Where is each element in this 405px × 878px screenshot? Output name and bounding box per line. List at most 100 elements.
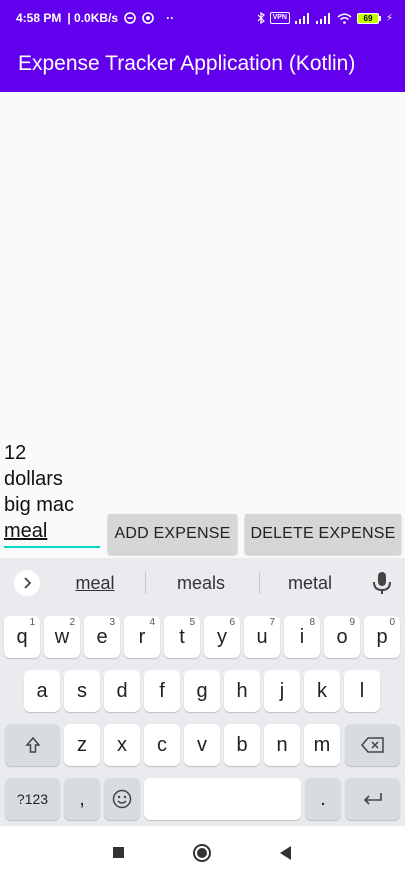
add-expense-button[interactable]: ADD EXPENSE: [108, 514, 237, 554]
suggestion-1[interactable]: meal: [50, 573, 140, 594]
key-w-hint: 2: [69, 617, 75, 628]
key-s[interactable]: s: [64, 670, 100, 712]
key-e[interactable]: e3: [84, 616, 120, 658]
key-r[interactable]: r4: [124, 616, 160, 658]
key-u[interactable]: u7: [244, 616, 280, 658]
key-p-hint: 0: [389, 617, 395, 628]
recents-icon[interactable]: [113, 847, 124, 858]
status-time: 4:58 PM: [16, 11, 62, 25]
expense-item: big mac: [4, 494, 75, 516]
space-key[interactable]: [144, 778, 301, 820]
key-z[interactable]: z: [64, 724, 100, 766]
key-y-label: y: [217, 625, 227, 648]
charging-icon: ⚡: [385, 12, 393, 24]
key-q-label: q: [16, 625, 28, 648]
key-a-label: a: [36, 679, 48, 702]
symbols-key[interactable]: ?123: [5, 778, 60, 820]
key-p-label: p: [376, 625, 388, 648]
expense-amount: 12: [4, 442, 27, 464]
emoji-key[interactable]: [104, 778, 140, 820]
key-r-label: r: [138, 625, 146, 648]
key-c[interactable]: c: [144, 724, 180, 766]
key-y[interactable]: y6: [204, 616, 240, 658]
shift-key[interactable]: [5, 724, 60, 766]
microphone-icon[interactable]: [372, 571, 392, 595]
key-i[interactable]: i8: [284, 616, 320, 658]
key-t[interactable]: t5: [164, 616, 200, 658]
signal-icon: [294, 12, 311, 24]
main-content: 12 dollars big mac meal ADD EXPENSE DELE…: [0, 92, 405, 554]
key-h-label: h: [236, 679, 248, 702]
key-i-hint: 8: [309, 617, 315, 628]
network-speed: | 0.0KB/s: [67, 11, 119, 25]
key-k-label: k: [317, 679, 327, 702]
key-q[interactable]: q1: [4, 616, 40, 658]
key-w-label: w: [54, 625, 70, 648]
key-e-label: e: [96, 625, 108, 648]
soft-keyboard: meal meals metal ?123 , . q1w2e3r4t5y6u7…: [0, 558, 405, 826]
key-e-hint: 3: [109, 617, 115, 628]
more-notifications-dots: ··: [166, 11, 175, 25]
key-l-label: l: [359, 679, 365, 702]
key-m-label: m: [313, 733, 331, 756]
key-d[interactable]: d: [104, 670, 140, 712]
backspace-key[interactable]: [345, 724, 400, 766]
key-v[interactable]: v: [184, 724, 220, 766]
key-b-label: b: [236, 733, 248, 756]
key-n[interactable]: n: [264, 724, 300, 766]
key-l[interactable]: l: [344, 670, 380, 712]
key-j-label: j: [279, 679, 285, 702]
key-t-hint: 5: [189, 617, 195, 628]
key-v-label: v: [197, 733, 207, 756]
key-s-label: s: [77, 679, 87, 702]
battery-level: 69: [356, 12, 379, 24]
app-notification-icon: [142, 12, 154, 24]
key-o[interactable]: o9: [324, 616, 360, 658]
key-c-label: c: [157, 733, 167, 756]
suggestion-2[interactable]: meals: [155, 573, 247, 594]
navigation-bar: [0, 826, 405, 878]
key-p[interactable]: p0: [364, 616, 400, 658]
key-w[interactable]: w2: [44, 616, 80, 658]
expense-entries: 12 dollars big mac meal: [4, 440, 100, 548]
key-u-hint: 7: [269, 617, 275, 628]
key-m[interactable]: m: [304, 724, 340, 766]
enter-key[interactable]: [345, 778, 400, 820]
key-t-label: t: [179, 625, 185, 648]
expense-input[interactable]: meal: [4, 518, 100, 548]
suggestion-bar: meal meals metal: [0, 558, 405, 608]
key-d-label: d: [116, 679, 128, 702]
key-a[interactable]: a: [24, 670, 60, 712]
suggestion-3[interactable]: metal: [265, 573, 355, 594]
key-u-label: u: [256, 625, 268, 648]
delete-expense-button[interactable]: DELETE EXPENSE: [245, 514, 401, 554]
app-bar: Expense Tracker Application (Kotlin): [0, 36, 405, 92]
key-j[interactable]: j: [264, 670, 300, 712]
key-b[interactable]: b: [224, 724, 260, 766]
key-x[interactable]: x: [104, 724, 140, 766]
key-z-label: z: [77, 733, 87, 756]
home-icon[interactable]: [193, 844, 211, 862]
sync-icon: [124, 12, 136, 24]
bluetooth-icon: [257, 12, 265, 24]
key-x-label: x: [117, 733, 127, 756]
key-h[interactable]: h: [224, 670, 260, 712]
status-bar: 4:58 PM | 0.0KB/s ·· VPN 69 ⚡: [0, 0, 405, 36]
key-g-label: g: [196, 679, 208, 702]
back-icon[interactable]: [280, 846, 291, 860]
period-key[interactable]: .: [305, 778, 341, 820]
chevron-right-icon[interactable]: [14, 570, 40, 596]
comma-key[interactable]: ,: [64, 778, 100, 820]
key-g[interactable]: g: [184, 670, 220, 712]
key-o-hint: 9: [349, 617, 355, 628]
signal-icon-2: [315, 12, 332, 24]
expense-currency: dollars: [4, 468, 63, 490]
key-n-label: n: [276, 733, 288, 756]
key-k[interactable]: k: [304, 670, 340, 712]
key-f[interactable]: f: [144, 670, 180, 712]
key-r-hint: 4: [149, 617, 155, 628]
key-y-hint: 6: [229, 617, 235, 628]
key-i-label: i: [299, 625, 305, 648]
key-f-label: f: [159, 679, 165, 702]
expense-input-value: meal: [4, 520, 48, 542]
